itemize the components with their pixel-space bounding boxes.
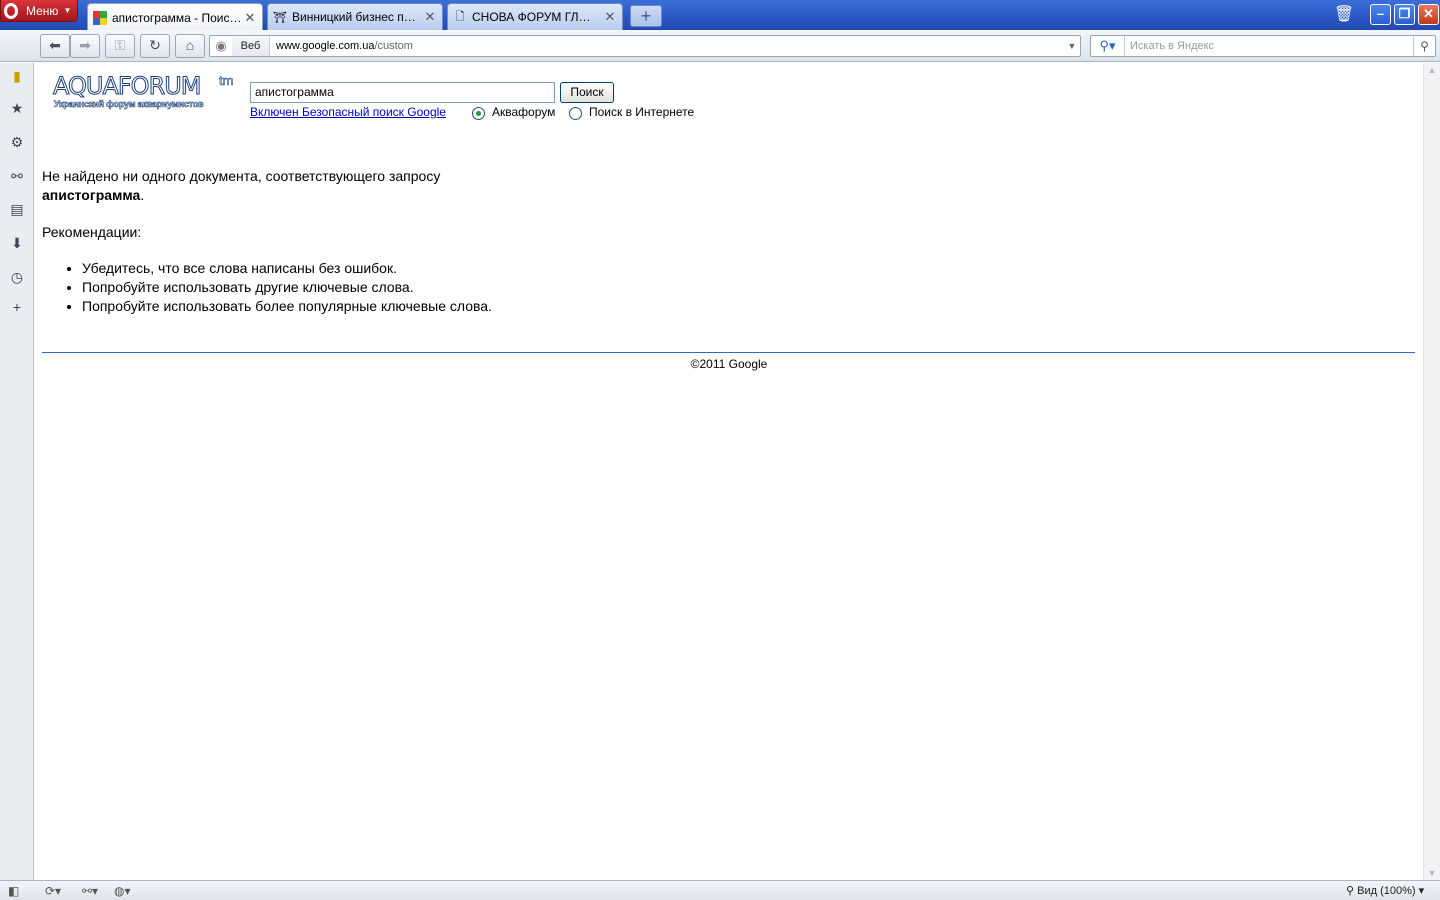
logo-tm: tm <box>219 73 234 89</box>
search-input[interactable]: апистограмма <box>250 82 555 103</box>
zoom-icon: ⚲ <box>1346 885 1355 897</box>
search-button[interactable]: Поиск <box>560 82 614 103</box>
home-button[interactable]: ⌂ <box>175 34 205 58</box>
unite-status-icon[interactable]: ⚯▾ <box>82 883 98 899</box>
back-button[interactable]: ⬅ <box>40 34 70 58</box>
query-term: апистограмма <box>42 187 141 203</box>
maximize-button[interactable]: ❐ <box>1394 4 1415 25</box>
page-content: AQUAFORUM tm Украинский форум аквариумис… <box>35 63 1423 880</box>
list-item: Убедитесь, что все слова написаны без ош… <box>82 259 492 278</box>
navigation-toolbar: ⬅ ➡ ⚿ ↻ ⌂ ◉ Веб www.google.com.ua/custom… <box>0 30 1440 62</box>
google-favicon-icon <box>92 10 108 26</box>
tab-title: Винницкий бизнес порт... <box>292 10 422 24</box>
footer-divider <box>42 352 1415 353</box>
zoom-level: Вид (100%) <box>1357 885 1416 897</box>
recommendations-title: Рекомендации: <box>42 224 142 240</box>
widgets-icon[interactable]: ⚙ <box>8 133 26 151</box>
search-icon[interactable]: ⚲ <box>1413 36 1435 56</box>
search-field[interactable]: ⚲▾ Искать в Яндекс ⚲ <box>1090 35 1436 57</box>
zoom-control[interactable]: ⚲ Вид (100%) ▾ <box>1346 883 1424 899</box>
address-badge: Веб <box>232 36 270 56</box>
history-icon[interactable]: ◷ <box>8 268 26 286</box>
radio-web[interactable] <box>569 107 582 120</box>
scroll-up-icon[interactable]: ▲ <box>1427 65 1437 75</box>
page-favicon-icon: 🗋 <box>455 10 465 23</box>
address-url[interactable]: www.google.com.ua/custom <box>270 40 1064 52</box>
search-engine-icon[interactable]: ⚲▾ <box>1091 36 1125 56</box>
downloads-icon[interactable]: ⬇ <box>8 234 26 252</box>
key-icon: ⚿ <box>114 37 126 53</box>
scroll-down-icon[interactable]: ▼ <box>1427 868 1437 878</box>
no-results-message: Не найдено ни одного документа, соответс… <box>42 168 441 203</box>
close-tab-icon[interactable]: ✕ <box>422 9 438 25</box>
notes-icon[interactable]: ▤ <box>8 200 26 218</box>
unite-icon[interactable]: ▮ <box>8 67 26 85</box>
reload-button[interactable]: ↻ <box>140 34 170 58</box>
list-item: Попробуйте использовать другие ключевые … <box>82 278 492 297</box>
close-window-button[interactable]: ✕ <box>1418 4 1439 25</box>
chevron-down-icon: ▼ <box>63 6 72 15</box>
tab-title: апистограмма - Поиск в... <box>112 10 242 25</box>
url-path: /custom <box>374 40 413 52</box>
no-results-text: Не найдено ни одного документа, соответс… <box>42 168 441 184</box>
bookmarks-icon[interactable]: ★ <box>8 99 26 117</box>
close-tab-icon[interactable]: ✕ <box>242 10 258 26</box>
opera-logo-icon <box>4 2 18 19</box>
address-bar[interactable]: ◉ Веб www.google.com.ua/custom ▼ <box>209 35 1081 57</box>
forward-button[interactable]: ➡ <box>70 34 100 58</box>
minimize-button[interactable]: – <box>1370 4 1391 25</box>
turbo-icon[interactable]: ◍▾ <box>114 883 131 899</box>
tab-forum[interactable]: 🗋 СНОВА ФОРУМ ГЛЮЧИ... ✕ <box>447 3 623 30</box>
tab-active[interactable]: апистограмма - Поиск в... ✕ <box>87 3 263 31</box>
menu-label: Меню <box>26 3 59 18</box>
url-host: www.google.com.ua <box>276 40 375 52</box>
tab-title: СНОВА ФОРУМ ГЛЮЧИ... <box>472 10 602 24</box>
radio-aquaforum[interactable] <box>472 107 485 120</box>
tips-list: Убедитесь, что все слова написаны без ош… <box>82 259 492 316</box>
aquaforum-logo[interactable]: AQUAFORUM tm Украинский форум аквариумис… <box>53 72 243 116</box>
wand-button[interactable]: ⚿ <box>105 34 135 58</box>
chevron-down-icon[interactable]: ▼ <box>1064 41 1080 51</box>
footer-copyright: ©2011 Google <box>690 357 768 371</box>
opera-menu-button[interactable]: Меню ▼ <box>0 0 78 22</box>
add-panel-icon[interactable]: + <box>8 298 26 316</box>
radio-aquaforum-label: Аквафорум <box>492 105 556 119</box>
site-favicon-icon: ⛩ <box>273 11 287 24</box>
panel-sidebar: ▮ ★ ⚙ ⚯ ▤ ⬇ ◷ + <box>0 63 34 880</box>
reload-icon: ↻ <box>149 37 161 53</box>
chevron-down-icon: ▾ <box>1418 885 1425 897</box>
radio-web-label: Поиск в Интернете <box>589 105 695 119</box>
sync-icon[interactable]: ⟳▾ <box>45 883 61 899</box>
logo-text: AQUAFORUM <box>53 72 203 101</box>
arrow-left-icon: ⬅ <box>49 37 61 53</box>
new-tab-button[interactable]: + <box>630 5 662 27</box>
trash-icon[interactable]: 🗑 <box>1333 4 1355 26</box>
tab-vinnytsia[interactable]: ⛩ Винницкий бизнес порт... ✕ <box>267 3 443 30</box>
title-bar: Меню ▼ апистограмма - Поиск в... ✕ ⛩ Вин… <box>0 0 1440 31</box>
safe-search-link[interactable]: Включен Безопасный поиск Google <box>250 105 446 119</box>
links-icon[interactable]: ⚯ <box>8 167 26 185</box>
globe-icon: ◉ <box>215 38 227 53</box>
panel-toggle-icon[interactable]: ◧ <box>8 883 19 899</box>
search-placeholder: Искать в Яндекс <box>1130 40 1215 52</box>
list-item: Попробуйте использовать более популярные… <box>82 297 492 316</box>
close-tab-icon[interactable]: ✕ <box>602 9 618 25</box>
logo-subtitle: Украинский форум аквариумистов <box>54 99 204 110</box>
arrow-right-icon: ➡ <box>79 37 91 53</box>
status-bar: ◧ ⟳▾ ⚯▾ ◍▾ ⚲ Вид (100%) ▾ <box>0 880 1440 900</box>
vertical-scrollbar[interactable]: ▲ ▼ <box>1423 63 1440 880</box>
home-icon: ⌂ <box>185 37 195 53</box>
